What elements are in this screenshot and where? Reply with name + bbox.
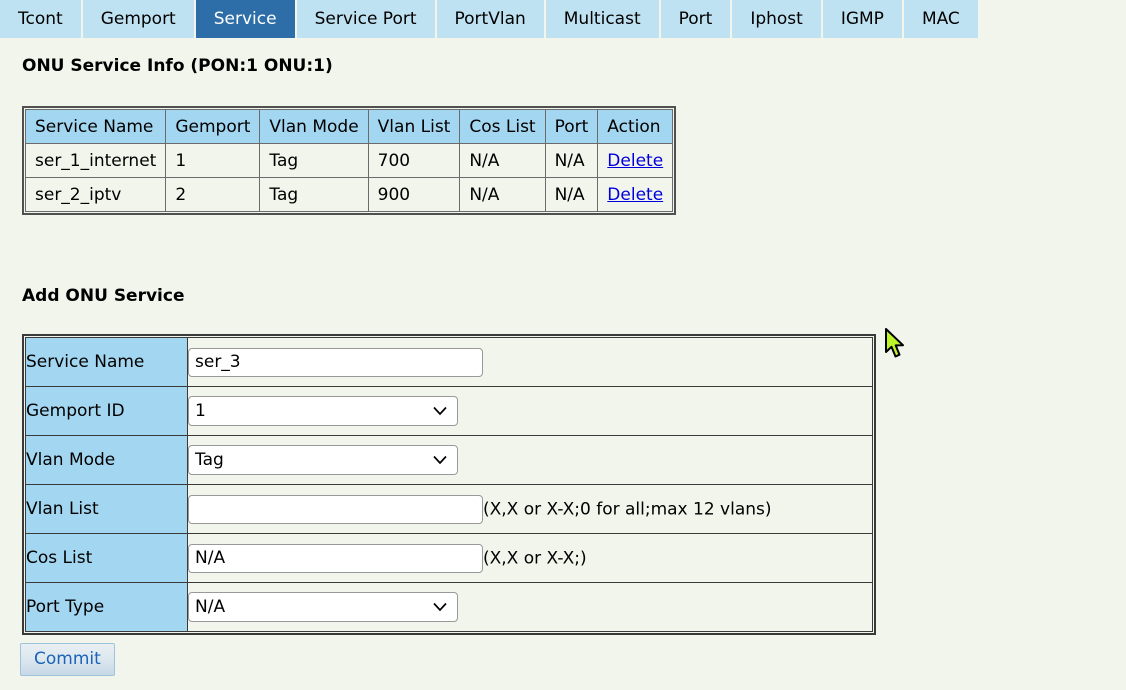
cell-service-name: ser_1_internet [26, 144, 166, 178]
tab-tcont[interactable]: Tcont [0, 0, 81, 38]
commit-button[interactable]: Commit [20, 643, 115, 676]
tab-service[interactable]: Service [196, 0, 295, 38]
form-row-service-name: Service Name [26, 338, 873, 387]
tab-service-port[interactable]: Service Port [297, 0, 435, 38]
vlan-list-hint: (X,X or X-X;0 for all;max 12 vlans) [483, 499, 772, 519]
add-onu-service-title: Add ONU Service [22, 286, 185, 306]
service-name-input[interactable] [188, 348, 483, 377]
main-tab-bar: Tcont Gemport Service Service Port PortV… [0, 0, 1126, 38]
field-port-type: N/ALANSSID [188, 583, 873, 632]
tab-port[interactable]: Port [661, 0, 731, 38]
cell-vlan-list: 900 [368, 178, 460, 212]
form-row-vlan-mode: Vlan Mode TagTransparentTranslate [26, 436, 873, 485]
table-row: ser_2_iptv 2 Tag 900 N/A N/A Delete [26, 178, 673, 212]
label-service-name: Service Name [26, 338, 188, 387]
cell-port: N/A [545, 178, 598, 212]
onu-service-info-title: ONU Service Info (PON:1 ONU:1) [22, 56, 333, 76]
vlan-list-input[interactable] [188, 495, 483, 524]
vlan-mode-select[interactable]: TagTransparentTranslate [188, 445, 458, 475]
cell-vlan-mode: Tag [260, 178, 368, 212]
tab-mac[interactable]: MAC [904, 0, 978, 38]
tab-multicast[interactable]: Multicast [546, 0, 659, 38]
col-gemport: Gemport [166, 110, 260, 144]
form-row-cos-list: Cos List (X,X or X-X;) [26, 534, 873, 583]
delete-link[interactable]: Delete [607, 151, 663, 171]
cos-list-input[interactable] [188, 544, 483, 573]
tab-igmp[interactable]: IGMP [823, 0, 902, 38]
cell-service-name: ser_2_iptv [26, 178, 166, 212]
table-header-row: Service Name Gemport Vlan Mode Vlan List… [26, 110, 673, 144]
col-port: Port [545, 110, 598, 144]
col-service-name: Service Name [26, 110, 166, 144]
col-action: Action [598, 110, 673, 144]
cell-cos-list: N/A [460, 144, 545, 178]
tab-gemport[interactable]: Gemport [83, 0, 194, 38]
label-vlan-list: Vlan List [26, 485, 188, 534]
field-vlan-mode: TagTransparentTranslate [188, 436, 873, 485]
add-onu-service-form-table: Service Name Gemport ID 1234 Vlan [25, 337, 873, 632]
vlan-mode-select-wrap: TagTransparentTranslate [188, 445, 458, 475]
onu-service-info-table-frame: Service Name Gemport Vlan Mode Vlan List… [22, 106, 676, 215]
tab-iphost[interactable]: Iphost [732, 0, 821, 38]
col-cos-list: Cos List [460, 110, 545, 144]
cell-cos-list: N/A [460, 178, 545, 212]
label-gemport-id: Gemport ID [26, 387, 188, 436]
col-vlan-mode: Vlan Mode [260, 110, 368, 144]
field-vlan-list: (X,X or X-X;0 for all;max 12 vlans) [188, 485, 873, 534]
cell-action: Delete [598, 144, 673, 178]
cell-port: N/A [545, 144, 598, 178]
cell-gemport: 2 [166, 178, 260, 212]
mouse-cursor [884, 328, 906, 360]
table-row: ser_1_internet 1 Tag 700 N/A N/A Delete [26, 144, 673, 178]
form-row-port-type: Port Type N/ALANSSID [26, 583, 873, 632]
form-row-gemport-id: Gemport ID 1234 [26, 387, 873, 436]
form-row-vlan-list: Vlan List (X,X or X-X;0 for all;max 12 v… [26, 485, 873, 534]
onu-service-info-table: Service Name Gemport Vlan Mode Vlan List… [25, 109, 673, 212]
gemport-id-select[interactable]: 1234 [188, 396, 458, 426]
label-port-type: Port Type [26, 583, 188, 632]
cell-vlan-mode: Tag [260, 144, 368, 178]
label-vlan-mode: Vlan Mode [26, 436, 188, 485]
cell-gemport: 1 [166, 144, 260, 178]
field-service-name [188, 338, 873, 387]
cell-vlan-list: 700 [368, 144, 460, 178]
port-type-select-wrap: N/ALANSSID [188, 592, 458, 622]
cell-action: Delete [598, 178, 673, 212]
label-cos-list: Cos List [26, 534, 188, 583]
cos-list-hint: (X,X or X-X;) [483, 548, 587, 568]
add-onu-service-form-frame: Service Name Gemport ID 1234 Vlan [22, 334, 876, 635]
field-cos-list: (X,X or X-X;) [188, 534, 873, 583]
field-gemport-id: 1234 [188, 387, 873, 436]
gemport-id-select-wrap: 1234 [188, 396, 458, 426]
port-type-select[interactable]: N/ALANSSID [188, 592, 458, 622]
tab-portvlan[interactable]: PortVlan [437, 0, 544, 38]
col-vlan-list: Vlan List [368, 110, 460, 144]
delete-link[interactable]: Delete [607, 185, 663, 205]
